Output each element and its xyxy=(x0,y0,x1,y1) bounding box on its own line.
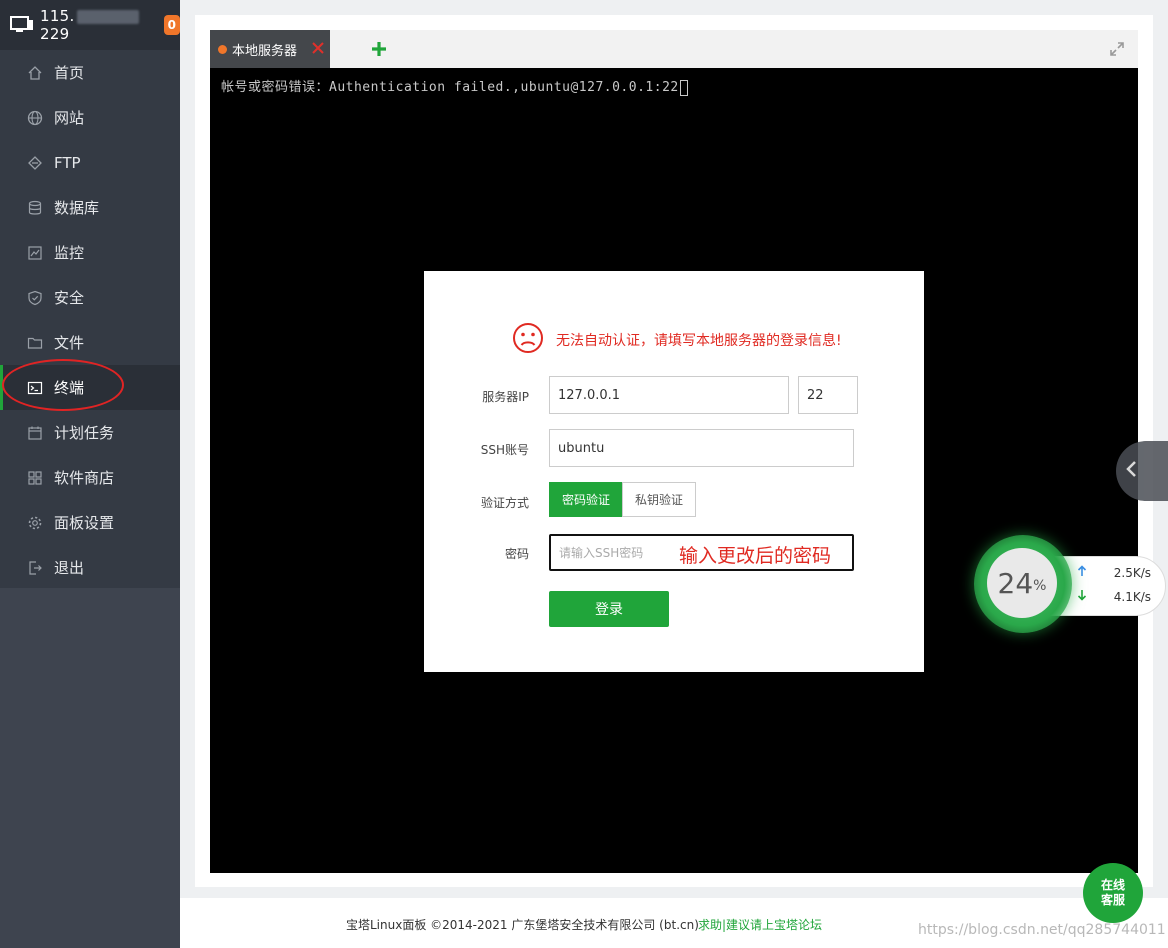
copyright-text: 宝塔Linux面板 ©2014-2021 广东堡塔安全技术有限公司 (bt.cn… xyxy=(346,918,699,932)
upload-speed-row: 2.5K/s xyxy=(1077,565,1151,580)
sidebar: 115.229 0 首页 网站 FTP 数据库 监控 安全 文件 终端 计划任务… xyxy=(0,0,180,948)
download-speed: 4.1K/s xyxy=(1113,589,1151,604)
sidebar-item-settings[interactable]: 面板设置 xyxy=(0,500,180,545)
auth-warning: 无法自动认证，请填写本地服务器的登录信息! xyxy=(512,322,842,358)
sidebar-item-database[interactable]: 数据库 xyxy=(0,185,180,230)
arrow-up-icon xyxy=(1077,565,1087,580)
sidebar-item-store[interactable]: 软件商店 xyxy=(0,455,180,500)
gear-icon xyxy=(26,514,44,532)
password-label: 密码 xyxy=(504,547,529,561)
collapse-panel-handle[interactable] xyxy=(1116,441,1168,501)
sidebar-item-home[interactable]: 首页 xyxy=(0,50,180,95)
sidebar-item-ftp[interactable]: FTP xyxy=(0,140,180,185)
monitor-icon xyxy=(10,16,34,34)
server-ip-label: 服务器IP xyxy=(482,390,529,404)
folder-icon xyxy=(26,334,44,352)
ftp-icon xyxy=(26,154,44,172)
load-percent: 24 xyxy=(997,566,1034,600)
warning-text: 无法自动认证，请填写本地服务器的登录信息! xyxy=(556,333,842,349)
fullscreen-icon[interactable] xyxy=(1108,40,1126,58)
terminal-icon xyxy=(26,379,44,397)
close-icon[interactable] xyxy=(310,40,326,56)
sidebar-item-logout[interactable]: 退出 xyxy=(0,545,180,590)
home-icon xyxy=(26,64,44,82)
sad-face-icon xyxy=(512,322,544,358)
sidebar-nav: 首页 网站 FTP 数据库 监控 安全 文件 终端 计划任务 软件商店 面板设置… xyxy=(0,50,180,590)
tab-local-server[interactable]: 本地服务器 xyxy=(210,30,330,68)
forum-link[interactable]: 求助|建议请上宝塔论坛 xyxy=(698,916,822,933)
sidebar-item-label: 网站 xyxy=(54,109,85,127)
terminal-output: 帐号或密码错误：Authentication failed.,ubuntu@12… xyxy=(221,76,688,96)
database-icon xyxy=(26,199,44,217)
add-tab-icon[interactable] xyxy=(370,40,388,58)
notification-badge[interactable]: 0 xyxy=(163,15,180,35)
ssh-account-input[interactable]: ubuntu xyxy=(549,429,854,467)
sidebar-item-label: 安全 xyxy=(54,289,85,307)
server-ip-input[interactable]: 127.0.0.1 xyxy=(549,376,789,414)
sidebar-item-terminal[interactable]: 终端 xyxy=(0,365,180,410)
sidebar-item-label: 终端 xyxy=(54,379,85,397)
sidebar-item-cron[interactable]: 计划任务 xyxy=(0,410,180,455)
monitor-chart-icon xyxy=(26,244,44,262)
globe-icon xyxy=(26,109,44,127)
online-service-line1: 在线 xyxy=(1100,878,1125,892)
port-input[interactable]: 22 xyxy=(798,376,858,414)
tab-label: 本地服务器 xyxy=(232,43,298,59)
server-ip: 115.229 xyxy=(40,7,158,43)
sidebar-item-security[interactable]: 安全 xyxy=(0,275,180,320)
sidebar-item-label: 数据库 xyxy=(54,199,100,217)
sidebar-item-label: 软件商店 xyxy=(54,469,115,487)
percent-unit: % xyxy=(1033,578,1047,594)
sidebar-item-label: FTP xyxy=(54,153,81,172)
terminal-cursor xyxy=(679,79,688,96)
terminal-tabbar: 本地服务器 xyxy=(210,30,1138,68)
chevron-left-icon xyxy=(1124,459,1138,483)
sidebar-item-website[interactable]: 网站 xyxy=(0,95,180,140)
ip-redaction xyxy=(76,9,139,24)
sidebar-item-label: 退出 xyxy=(54,559,85,577)
upload-speed: 2.5K/s xyxy=(1113,565,1151,580)
apps-icon xyxy=(26,469,44,487)
ssh-account-label: SSH账号 xyxy=(480,443,529,457)
calendar-icon xyxy=(26,424,44,442)
sidebar-item-label: 文件 xyxy=(54,334,85,352)
sidebar-item-label: 监控 xyxy=(54,244,85,262)
logout-icon xyxy=(26,559,44,577)
login-button[interactable]: 登录 xyxy=(549,591,669,627)
sidebar-item-monitor[interactable]: 监控 xyxy=(0,230,180,275)
password-auth-button[interactable]: 密码验证 xyxy=(549,482,623,517)
online-service-line2: 客服 xyxy=(1100,893,1125,907)
sidebar-item-label: 计划任务 xyxy=(54,424,115,442)
ssh-login-dialog: 无法自动认证，请填写本地服务器的登录信息! 服务器IP 127.0.0.1 22… xyxy=(424,271,924,672)
gauge-center: 24% xyxy=(987,548,1057,618)
download-speed-row: 4.1K/s xyxy=(1077,589,1151,604)
shield-icon xyxy=(26,289,44,307)
sidebar-item-files[interactable]: 文件 xyxy=(0,320,180,365)
watermark: https://blog.csdn.net/qq285744011 xyxy=(918,922,1166,938)
online-service-button[interactable]: 在线 客服 xyxy=(1083,863,1143,923)
server-header[interactable]: 115.229 0 xyxy=(0,0,180,50)
sidebar-item-label: 首页 xyxy=(54,64,85,82)
password-input[interactable]: 请输入SSH密码 输入更改后的密码 xyxy=(549,534,854,571)
sidebar-item-label: 面板设置 xyxy=(54,514,115,532)
password-placeholder: 请输入SSH密码 xyxy=(559,546,644,560)
key-auth-button[interactable]: 私钥验证 xyxy=(622,482,696,517)
load-gauge[interactable]: 24% xyxy=(974,535,1072,633)
arrow-down-icon xyxy=(1077,589,1087,604)
password-annotation: 输入更改后的密码 xyxy=(679,545,832,567)
status-dot xyxy=(218,44,227,54)
auth-method-label: 验证方式 xyxy=(480,496,529,510)
